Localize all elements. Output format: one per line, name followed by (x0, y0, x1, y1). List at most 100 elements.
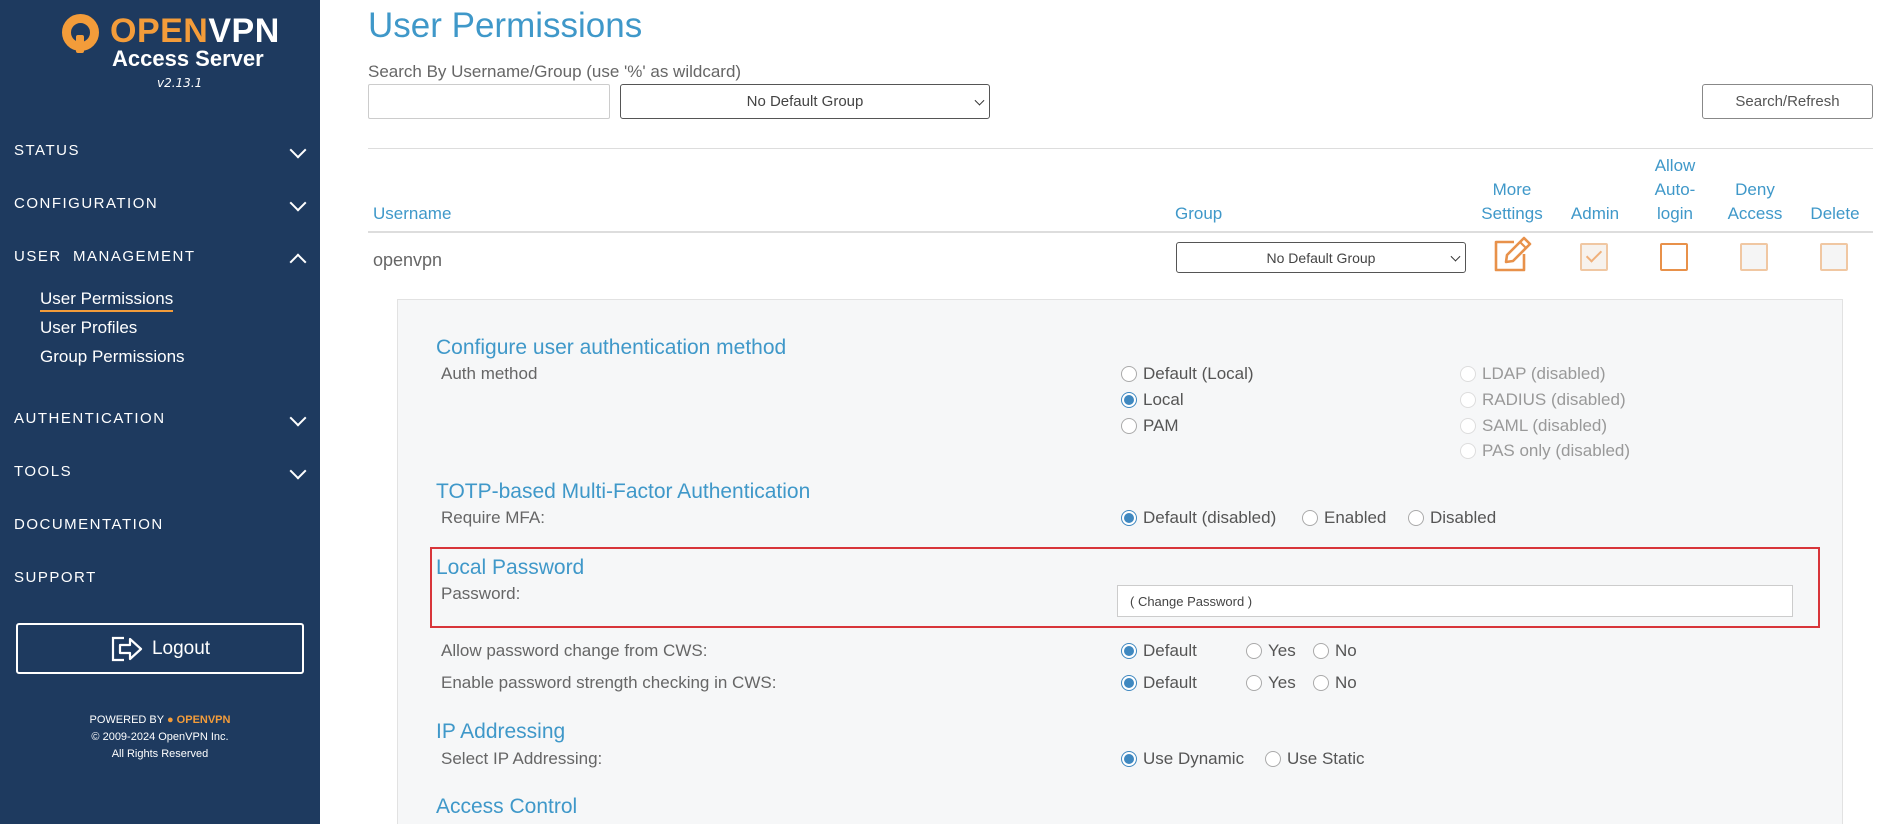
nav-status-label: STATUS (14, 142, 80, 159)
radio-label: PAS only (disabled) (1482, 441, 1631, 460)
radio-auth-local[interactable]: Local (1121, 390, 1184, 410)
delete-checkbox[interactable] (1820, 243, 1848, 271)
table-header-divider (368, 231, 1873, 233)
radio-mfa-default[interactable]: Default (disabled) (1121, 508, 1276, 528)
radio-label: Local (1143, 390, 1184, 409)
radio-cws-strength-no[interactable]: No (1313, 673, 1357, 693)
sidebar-item-group-permissions[interactable]: Group Permissions (40, 347, 185, 367)
chevron-up-icon (289, 253, 307, 271)
password-input[interactable]: ( Change Password ) (1117, 585, 1793, 617)
radio-dot-selected (1121, 392, 1137, 408)
radio-dot (1460, 392, 1476, 408)
header-line: login (1657, 204, 1693, 223)
deny-access-checkbox[interactable] (1740, 243, 1768, 271)
radio-ip-dynamic[interactable]: Use Dynamic (1121, 749, 1244, 769)
radio-label: No (1335, 641, 1357, 660)
header-line: Allow (1654, 156, 1696, 175)
search-input[interactable] (368, 84, 610, 119)
nav-tools-label: TOOLS (14, 463, 73, 480)
sidebar-item-user-profiles[interactable]: User Profiles (40, 318, 137, 338)
radio-auth-default-local[interactable]: Default (Local) (1121, 364, 1254, 384)
radio-dot (1460, 443, 1476, 459)
logo-vpn-text: VPN (208, 12, 280, 50)
radio-cws-change-default[interactable]: Default (1121, 641, 1197, 661)
divider (368, 148, 1873, 149)
header-line: Auto- (1654, 180, 1696, 199)
column-header-delete: Delete (1810, 204, 1860, 223)
radio-dot (1408, 510, 1424, 526)
copyright-text: © 2009-2024 OpenVPN Inc. (91, 731, 229, 743)
logout-button[interactable]: Logout (16, 623, 304, 674)
powered-by-label: POWERED BY (89, 714, 164, 726)
row-username: openvpn (373, 250, 443, 270)
version-label: v2.13.1 (157, 76, 203, 90)
nav-support[interactable]: SUPPORT (14, 569, 304, 593)
radio-mfa-disabled[interactable]: Disabled (1408, 508, 1496, 528)
nav-user-management[interactable]: USER MANAGEMENT (14, 248, 307, 272)
search-refresh-button[interactable]: Search/Refresh (1702, 84, 1873, 119)
nav-authentication[interactable]: AUTHENTICATION (14, 409, 307, 434)
nav-documentation[interactable]: DOCUMENTATION (14, 516, 304, 540)
nav-configuration[interactable]: CONFIGURATION (14, 194, 307, 219)
admin-checkbox[interactable] (1580, 243, 1608, 271)
chevron-down-icon (289, 409, 307, 427)
radio-mfa-enabled[interactable]: Enabled (1302, 508, 1386, 528)
auth-method-label: Auth method (441, 364, 538, 383)
radio-auth-pas-only: PAS only (disabled) (1460, 441, 1630, 461)
chevron-down-icon (289, 462, 307, 480)
radio-dot-selected (1121, 643, 1137, 659)
radio-dot (1121, 366, 1137, 382)
radio-dot (1121, 418, 1137, 434)
logout-icon (111, 636, 143, 661)
group-filter-value: No Default Group (746, 93, 864, 110)
radio-label: No (1335, 673, 1357, 692)
radio-dot-selected (1121, 751, 1137, 767)
group-filter-select[interactable]: No Default Group (620, 84, 990, 119)
radio-label: Yes (1268, 641, 1296, 660)
rights-text: All Rights Reserved (111, 748, 209, 760)
cws-strength-label: Enable password strength checking in CWS… (441, 673, 777, 692)
section-title-auth: Configure user authentication method (436, 336, 787, 359)
logo-wordmark: OPENVPN (110, 12, 280, 50)
nav-tools[interactable]: TOOLS (14, 462, 307, 487)
nav-authentication-label: AUTHENTICATION (14, 410, 166, 427)
radio-auth-radius: RADIUS (disabled) (1460, 390, 1626, 410)
nav-user-management-label: USER MANAGEMENT (14, 248, 196, 265)
require-mfa-label: Require MFA: (441, 508, 545, 527)
allow-autologin-checkbox[interactable] (1660, 243, 1688, 271)
column-header-more-settings: More Settings (1472, 178, 1552, 226)
radio-label: Use Static (1287, 749, 1365, 768)
radio-dot (1265, 751, 1281, 767)
footer-brand: OPENVPN (176, 714, 231, 726)
nav-support-label: SUPPORT (14, 569, 97, 586)
edit-icon[interactable] (1492, 236, 1532, 274)
nav-documentation-label: DOCUMENTATION (14, 516, 164, 533)
page-title: User Permissions (368, 6, 643, 45)
chevron-down-icon (289, 141, 307, 159)
chevron-down-icon (1450, 251, 1461, 262)
header-line: More (1492, 180, 1532, 199)
sidebar-item-user-permissions[interactable]: User Permissions (40, 289, 174, 312)
column-header-username: Username (373, 204, 452, 223)
openvpn-logo[interactable]: OPENVPN Access Server v2.13.1 (62, 12, 279, 92)
radio-label: SAML (disabled) (1482, 416, 1608, 435)
section-title-access-control: Access Control (436, 795, 578, 818)
radio-cws-strength-default[interactable]: Default (1121, 673, 1197, 693)
radio-cws-change-yes[interactable]: Yes (1246, 641, 1296, 661)
column-header-group: Group (1175, 204, 1223, 223)
radio-dot (1246, 643, 1262, 659)
header-line: Access (1727, 204, 1783, 223)
radio-label: Default (1143, 673, 1197, 692)
radio-ip-static[interactable]: Use Static (1265, 749, 1364, 769)
radio-cws-change-no[interactable]: No (1313, 641, 1357, 661)
section-title-mfa: TOTP-based Multi-Factor Authentication (436, 480, 811, 503)
nav-status[interactable]: STATUS (14, 141, 307, 166)
column-header-deny-access: Deny Access (1720, 178, 1790, 226)
radio-dot (1460, 418, 1476, 434)
check-icon (1585, 246, 1603, 263)
user-group-select[interactable]: No Default Group (1176, 242, 1466, 273)
radio-cws-strength-yes[interactable]: Yes (1246, 673, 1296, 693)
radio-auth-pam[interactable]: PAM (1121, 416, 1179, 436)
logo-open-text: OPEN (110, 12, 209, 50)
header-line: Deny (1735, 180, 1775, 199)
